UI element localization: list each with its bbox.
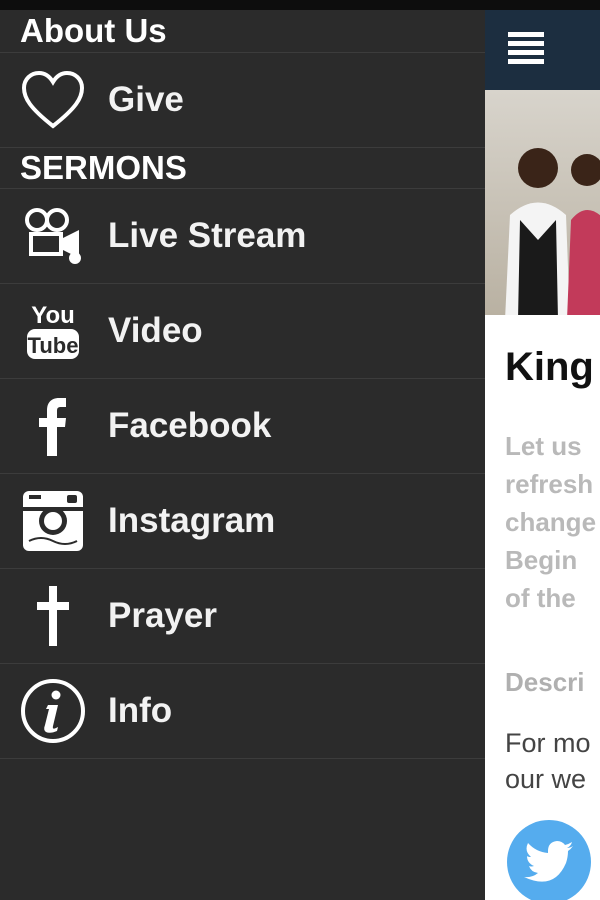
youtube-icon: You Tube xyxy=(18,296,88,366)
drawer-empty-space xyxy=(0,759,485,879)
intro-text: Let us refresh change Begin of the xyxy=(505,427,596,617)
twitter-icon xyxy=(524,841,573,882)
section-header-sermons: SERMONS xyxy=(0,148,485,189)
intro-line: Begin xyxy=(505,545,578,575)
about-us-item[interactable]: About Us xyxy=(0,10,485,53)
sidebar-item-label: Prayer xyxy=(108,596,217,635)
person-figure xyxy=(505,148,570,315)
sidebar-item-label: Instagram xyxy=(108,501,276,540)
navigation-drawer: About Us Give SERMONS Live Stream You Tu… xyxy=(0,10,485,900)
sidebar-item-info[interactable]: Info xyxy=(0,664,485,759)
intro-line: refresh xyxy=(505,469,594,499)
instagram-icon xyxy=(18,486,88,556)
intro-line: of the xyxy=(505,583,576,613)
more-line: our we xyxy=(505,764,587,794)
sidebar-item-label: Give xyxy=(108,80,184,119)
more-line: For mo xyxy=(505,728,591,758)
cross-icon xyxy=(18,581,88,651)
section-header-label: SERMONS xyxy=(20,149,187,186)
person-figure-2 xyxy=(567,154,600,315)
content-card: King Let us refresh change Begin of the … xyxy=(485,315,600,900)
svg-text:Tube: Tube xyxy=(28,333,79,358)
sidebar-item-instagram[interactable]: Instagram xyxy=(0,474,485,569)
sidebar-item-live-stream[interactable]: Live Stream xyxy=(0,189,485,284)
heart-icon xyxy=(18,65,88,135)
sidebar-item-facebook[interactable]: Facebook xyxy=(0,379,485,474)
twitter-button[interactable] xyxy=(507,820,591,900)
sidebar-item-video[interactable]: You Tube Video xyxy=(0,284,485,379)
sidebar-item-give[interactable]: Give xyxy=(0,53,485,148)
sidebar-item-label: Video xyxy=(108,311,203,350)
hero-image xyxy=(485,90,600,315)
about-us-label: About Us xyxy=(20,12,167,49)
info-icon xyxy=(18,676,88,746)
main-content-peek: King Let us refresh change Begin of the … xyxy=(485,10,600,900)
sidebar-item-label: Live Stream xyxy=(108,216,307,255)
sidebar-item-prayer[interactable]: Prayer xyxy=(0,569,485,664)
menu-icon[interactable] xyxy=(508,32,544,68)
more-info-text: For mo our we xyxy=(505,725,591,797)
sidebar-item-label: Info xyxy=(108,691,173,730)
description-label: Descri xyxy=(505,667,585,697)
sidebar-item-label: Facebook xyxy=(108,406,272,445)
app-header-bar xyxy=(485,10,600,90)
video-camera-icon xyxy=(18,201,88,271)
facebook-icon xyxy=(18,391,88,461)
page-title: King xyxy=(505,345,594,389)
intro-line: change xyxy=(505,507,597,537)
svg-text:You: You xyxy=(31,302,75,329)
status-bar xyxy=(0,0,600,10)
intro-line: Let us xyxy=(505,431,582,461)
